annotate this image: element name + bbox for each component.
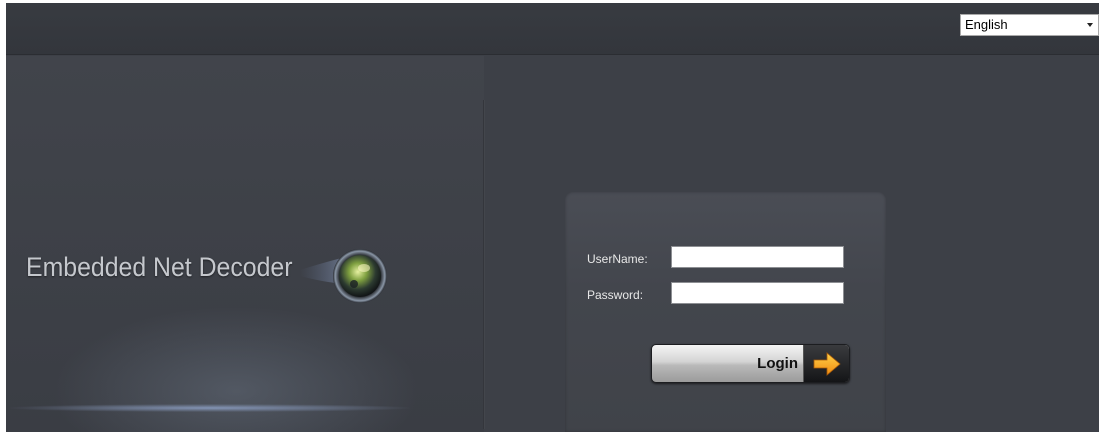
language-select-value: English (965, 17, 1008, 32)
branding-panel (6, 56, 484, 432)
login-button[interactable]: Login (651, 344, 850, 383)
login-panel (565, 192, 886, 432)
password-label: Password: (587, 288, 644, 302)
password-input[interactable] (671, 282, 844, 304)
arrow-right-icon (813, 352, 841, 376)
language-select[interactable]: English (960, 14, 1099, 36)
product-title: Embedded Net Decoder (26, 252, 293, 282)
panel-divider (483, 100, 485, 429)
username-input[interactable] (671, 246, 844, 268)
login-arrow-well (803, 345, 849, 382)
dropdown-caret-icon (1087, 23, 1093, 27)
camera-lens-icon (300, 249, 387, 303)
username-label: UserName: (587, 252, 648, 266)
top-bar: English (6, 3, 1099, 55)
floor-glow (10, 404, 410, 412)
login-button-label: Login (757, 355, 798, 372)
